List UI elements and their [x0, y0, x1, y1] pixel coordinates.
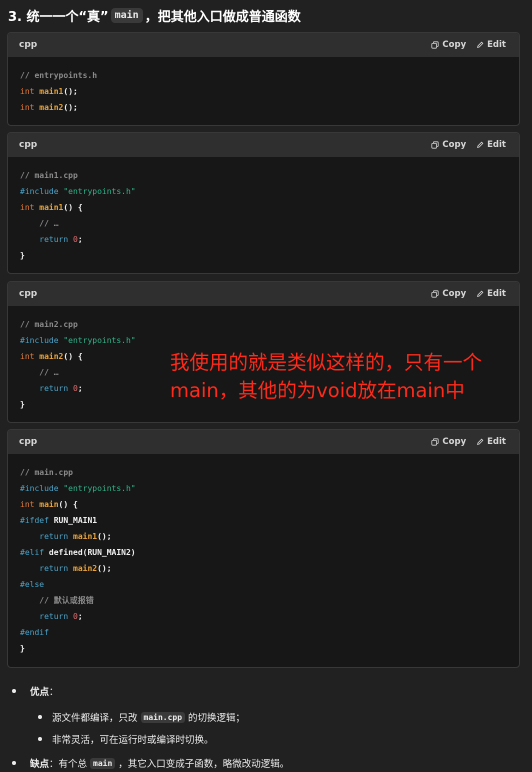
code-line: #include "entrypoints.h"	[20, 484, 136, 493]
code-content: // main.cpp #include "entrypoints.h" int m…	[8, 454, 519, 663]
code-block-header: cpp Copy Edit	[8, 33, 519, 57]
copy-label: Copy	[442, 289, 467, 299]
pros-label: 优点	[30, 687, 50, 698]
code-line: // 默认或报错	[39, 596, 94, 605]
edit-label: Edit	[487, 437, 506, 447]
code-line: return 0;	[39, 612, 83, 621]
edit-icon	[477, 41, 484, 48]
code-line: }	[20, 251, 25, 260]
code-line: #include "entrypoints.h"	[20, 336, 136, 345]
bullet-dot	[38, 715, 42, 719]
edit-label: Edit	[487, 289, 506, 299]
heading-prefix: 3. 统一一个“真”	[8, 10, 109, 25]
code-line: // …	[39, 219, 59, 228]
pros-separator: ：	[49, 687, 59, 698]
code-line: #elif defined(RUN_MAIN2)	[20, 548, 136, 557]
code-language-label: cpp	[19, 437, 38, 447]
copy-button[interactable]: Copy	[431, 140, 466, 150]
copy-label: Copy	[442, 140, 467, 150]
edit-icon	[477, 290, 484, 297]
bullet-dot	[38, 737, 42, 741]
copy-icon	[431, 438, 440, 446]
list-item-pro-1: 源文件都编译，只改 main.cpp 的切换逻辑；	[38, 710, 245, 724]
code-block-main-cpp: cpp Copy Edit // main.cpp #include "entry…	[7, 429, 520, 668]
copy-button[interactable]: Copy	[431, 40, 466, 50]
edit-button[interactable]: Edit	[476, 140, 506, 150]
edit-button[interactable]: Edit	[476, 40, 506, 50]
code-line: // main2.cpp	[20, 320, 78, 329]
code-line: return main1();	[39, 532, 112, 541]
annotation-note: 我使用的就是类似这样的，只有一个main，其他的为void放在main中	[170, 351, 483, 402]
code-language-label: cpp	[19, 140, 38, 150]
edit-button[interactable]: Edit	[476, 437, 506, 447]
code-line: }	[20, 644, 25, 653]
list-item-pros: 优点 ：	[12, 684, 59, 698]
heading-inline-code: main	[110, 8, 143, 23]
code-line: // entrypoints.h	[20, 71, 98, 80]
code-line: int main1();	[20, 87, 78, 96]
pro1-inline-code: main.cpp	[140, 711, 186, 723]
copy-icon	[431, 141, 440, 149]
code-line: // main.cpp	[20, 468, 73, 477]
bullet-dot	[12, 761, 16, 765]
code-block-header: cpp Copy Edit	[8, 282, 519, 306]
copy-button[interactable]: Copy	[431, 289, 466, 299]
code-line: int main2();	[20, 103, 78, 112]
code-line: #endif	[20, 628, 49, 637]
edit-icon	[477, 141, 484, 148]
list-item-pro-2: 非常灵活，可在运行时或编译时切换。	[38, 732, 214, 746]
edit-button[interactable]: Edit	[476, 289, 506, 299]
edit-label: Edit	[487, 40, 506, 50]
code-line: #include "entrypoints.h"	[20, 187, 136, 196]
code-line: return 0;	[39, 235, 83, 244]
cons-label: 缺点	[30, 759, 50, 770]
edit-icon	[477, 438, 484, 445]
bullet-dot	[12, 689, 16, 693]
list-item-cons: 缺点 ：有个总 main ，其它入口变成子函数，略微改动逻辑。	[12, 756, 289, 770]
code-line: int main1() {	[20, 203, 83, 212]
code-block-header: cpp Copy Edit	[8, 133, 519, 157]
heading-suffix: ，把其他入口做成普通函数	[144, 10, 301, 25]
cons-text-b: ，其它入口变成子函数，略微改动逻辑。	[118, 759, 290, 770]
code-language-label: cpp	[19, 40, 38, 50]
code-content: // main1.cpp #include "entrypoints.h" int …	[8, 157, 519, 270]
copy-icon	[431, 41, 440, 49]
cons-text-a: ：有个总	[49, 759, 88, 770]
code-block-entrypoints-h: cpp Copy Edit // entrypoints.h int main1(…	[7, 32, 520, 126]
pro1-text-b: 的切换逻辑；	[188, 713, 246, 724]
section-heading: 3. 统一一个“真” main ，把其他入口做成普通函数	[8, 6, 301, 25]
code-content: // entrypoints.h int main1(); int main2();	[8, 57, 519, 122]
copy-label: Copy	[442, 40, 467, 50]
pro1-text-a: 源文件都编译，只改	[52, 713, 138, 724]
edit-label: Edit	[487, 140, 506, 150]
code-line: return main2();	[39, 564, 112, 573]
copy-label: Copy	[442, 437, 467, 447]
copy-button[interactable]: Copy	[431, 437, 466, 447]
code-line: int main() {	[20, 500, 78, 509]
code-block-main1-cpp: cpp Copy Edit // main1.cpp #include "entr…	[7, 132, 520, 274]
code-language-label: cpp	[19, 289, 38, 299]
copy-icon	[431, 290, 440, 298]
code-line: #ifdef RUN_MAIN1	[20, 516, 98, 525]
code-block-header: cpp Copy Edit	[8, 430, 519, 454]
code-line: #else	[20, 580, 45, 589]
code-line: // main1.cpp	[20, 171, 78, 180]
cons-inline-code: main	[90, 757, 116, 769]
pro2-text: 非常灵活，可在运行时或编译时切换。	[52, 735, 214, 746]
